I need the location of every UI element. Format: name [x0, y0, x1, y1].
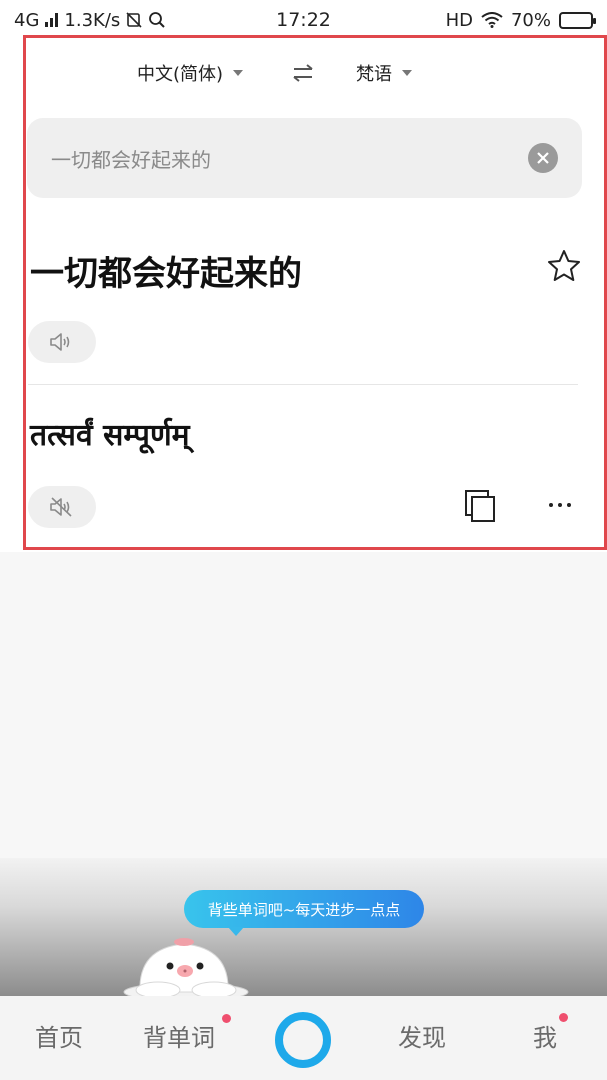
- play-result-audio-button[interactable]: [28, 486, 96, 528]
- clear-input-button[interactable]: [528, 143, 558, 173]
- network-speed: 1.3K/s: [64, 9, 121, 31]
- close-icon: [537, 152, 549, 164]
- mascot-illustration[interactable]: [118, 934, 254, 1000]
- nav-discover[interactable]: 发现: [398, 1018, 446, 1053]
- status-left: 4G 1.3K/s: [14, 10, 166, 31]
- source-text: 一切都会好起来的: [30, 254, 302, 294]
- wifi-icon: [481, 12, 503, 28]
- speaker-icon: [50, 333, 70, 351]
- chevron-down-icon: [402, 70, 412, 76]
- promo-text: 背些单词吧~每天进步一点点: [207, 900, 401, 919]
- swap-icon: [293, 64, 313, 82]
- status-bar: 4G 1.3K/s 17:22 HD 70%: [0, 0, 607, 40]
- notification-badge: [559, 1013, 568, 1022]
- speaker-muted-icon: [50, 497, 72, 517]
- notification-badge: [222, 1014, 231, 1023]
- copy-button[interactable]: [462, 488, 500, 526]
- battery-percent: 70%: [510, 9, 551, 31]
- hd-indicator: HD: [445, 9, 473, 31]
- vocab-promo-bubble[interactable]: 背些单词吧~每天进步一点点: [184, 890, 424, 936]
- language-bar: 中文(简体) 梵语: [0, 54, 607, 94]
- swap-languages-button[interactable]: [288, 58, 318, 88]
- chevron-down-icon: [233, 70, 244, 76]
- input-text: 一切都会好起来的: [51, 148, 211, 172]
- more-dot: [558, 503, 562, 507]
- search-icon: [149, 12, 165, 28]
- copy-icon: [465, 490, 495, 522]
- bottom-nav: 首页 背单词 发现 我: [0, 996, 607, 1080]
- more-options-button[interactable]: [540, 490, 580, 520]
- target-language-label: 梵语: [356, 64, 392, 85]
- battery-icon: [559, 11, 596, 29]
- nav-vocabulary[interactable]: 背单词: [143, 1018, 215, 1053]
- target-language-select[interactable]: 梵语: [356, 60, 412, 86]
- voice-assistant-button[interactable]: [275, 1012, 331, 1068]
- source-language-select[interactable]: 中文(简体): [137, 60, 244, 86]
- promo-area: 背些单词吧~每天进步一点点: [0, 858, 607, 1000]
- more-dot: [567, 503, 571, 507]
- nav-me[interactable]: 我: [533, 1018, 557, 1053]
- divider: [28, 384, 578, 385]
- play-source-audio-button[interactable]: [28, 321, 96, 363]
- translation-input[interactable]: 一切都会好起来的: [27, 118, 582, 198]
- status-right: HD 70%: [445, 9, 596, 31]
- nav-home[interactable]: 首页: [35, 1018, 83, 1053]
- network-type: 4G: [14, 9, 40, 31]
- signal-icon: [45, 13, 59, 27]
- favorite-button[interactable]: [546, 248, 582, 284]
- no-sim-icon: [126, 12, 142, 28]
- star-icon: [548, 250, 580, 281]
- source-language-label: 中文(简体): [137, 64, 224, 85]
- translation-result: तत्सर्वं सम्पूर्णम्: [30, 418, 190, 453]
- translation-card: 中文(简体) 梵语 一切都会好起来的 一切都会好起来的 तत्सर्वं सम्…: [0, 40, 607, 552]
- more-dot: [549, 503, 553, 507]
